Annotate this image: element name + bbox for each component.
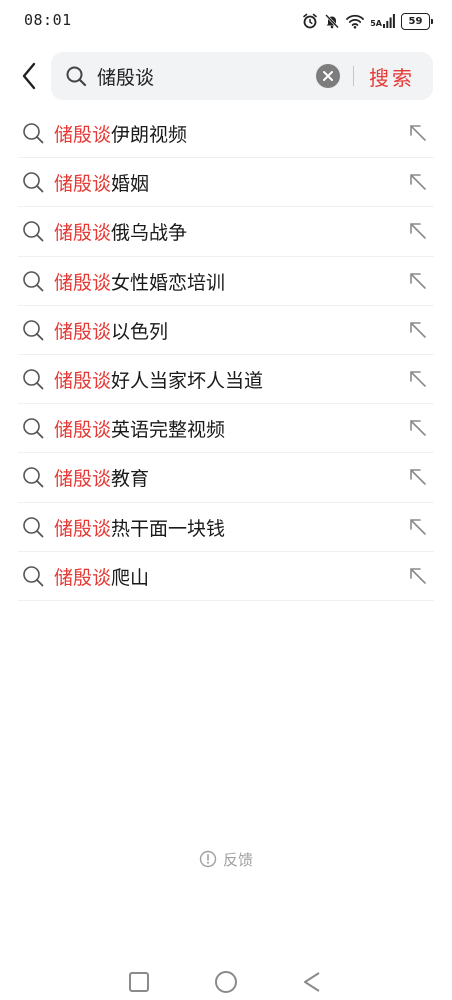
suggestion-item[interactable]: 储殷谈教育 [0, 453, 452, 503]
back-icon[interactable] [302, 971, 322, 993]
search-icon [23, 172, 44, 193]
suggestion-text: 储殷谈好人当家坏人当道 [54, 366, 263, 393]
arrow-up-left-icon [410, 469, 426, 486]
suggestion-highlight: 储殷谈 [54, 468, 112, 491]
fill-query-button[interactable] [408, 369, 428, 389]
suggestion-item[interactable]: 储殷谈热干面一块钱 [0, 503, 452, 552]
suggestion-rest: 以色列 [111, 320, 169, 343]
suggestion-highlight: 储殷谈 [54, 517, 112, 540]
network-type: 5A [370, 19, 382, 28]
cellular-signal-icon: 5A [370, 14, 395, 28]
fill-query-button[interactable] [408, 320, 428, 340]
search-icon [66, 66, 87, 87]
search-box[interactable]: 搜索 [51, 52, 433, 100]
suggestion-highlight: 储殷谈 [54, 173, 112, 196]
suggestion-item[interactable]: 储殷谈好人当家坏人当道 [0, 355, 452, 405]
arrow-up-left-icon [410, 371, 426, 387]
suggestion-rest: 热干面一块钱 [111, 517, 226, 540]
suggestion-item[interactable]: 储殷谈女性婚恋培训 [0, 257, 452, 306]
suggestion-highlight: 储殷谈 [54, 271, 112, 294]
suggestion-text: 储殷谈婚姻 [54, 169, 149, 196]
search-icon [23, 123, 44, 144]
arrow-up-left-icon [410, 223, 426, 240]
fill-query-button[interactable] [408, 517, 428, 537]
alarm-icon [303, 13, 318, 29]
suggestion-text: 储殷谈热干面一块钱 [54, 514, 225, 541]
suggestion-text: 储殷谈教育 [54, 464, 149, 491]
back-arrow-icon [22, 62, 36, 90]
search-icon [23, 369, 44, 390]
suggestion-item[interactable]: 储殷谈俄乌战争 [0, 207, 452, 257]
suggestion-highlight: 储殷谈 [54, 419, 112, 442]
suggestion-highlight: 储殷谈 [54, 369, 112, 392]
search-icon [23, 221, 44, 242]
suggestion-text: 储殷谈以色列 [54, 317, 168, 344]
info-icon [199, 850, 217, 868]
suggestion-rest: 俄乌战争 [111, 222, 188, 245]
clear-button[interactable] [316, 64, 340, 88]
wifi-icon [346, 14, 365, 29]
fill-query-button[interactable] [408, 271, 428, 291]
search-bar: 搜索 [0, 52, 452, 100]
suggestion-highlight: 储殷谈 [54, 124, 112, 146]
mute-icon [325, 14, 340, 29]
suggestion-rest: 婚姻 [111, 173, 150, 196]
suggestion-text: 储殷谈女性婚恋培训 [54, 268, 225, 295]
suggestion-text: 储殷谈俄乌战争 [54, 218, 187, 245]
search-icon [23, 516, 44, 537]
recents-icon[interactable] [129, 972, 149, 992]
arrow-up-left-icon [410, 125, 426, 141]
suggestion-text: 储殷谈爬山 [54, 563, 149, 590]
suggestion-item[interactable]: 储殷谈以色列 [0, 306, 452, 356]
arrow-up-left-icon [410, 518, 426, 535]
suggestion-rest: 女性婚恋培训 [111, 271, 226, 294]
home-icon[interactable] [215, 971, 237, 993]
fill-query-button[interactable] [408, 123, 428, 143]
suggestion-highlight: 储殷谈 [54, 222, 112, 245]
suggestion-rest: 好人当家坏人当道 [111, 369, 264, 392]
feedback-label: 反馈 [222, 850, 253, 869]
suggestion-highlight: 储殷谈 [54, 320, 112, 343]
search-icon [23, 319, 44, 341]
fill-query-button[interactable] [408, 467, 428, 487]
suggestion-text: 储殷谈伊朗视频 [54, 120, 187, 147]
suggestion-rest: 伊朗视频 [111, 124, 188, 146]
search-icon [23, 565, 44, 587]
arrow-up-left-icon [410, 321, 426, 338]
arrow-up-left-icon [410, 174, 426, 190]
suggestion-list: 储殷谈伊朗视频 储殷谈婚姻 储殷谈俄乌战争 储殷谈女性婚恋培训 储殷谈以色列 储… [0, 109, 452, 602]
suggestion-text: 储殷谈英语完整视频 [54, 415, 225, 442]
search-icon [23, 270, 44, 291]
status-icons: 5A 59 [302, 11, 433, 31]
arrow-up-left-icon [410, 420, 426, 436]
battery-icon: 59 [401, 12, 433, 30]
search-icon [23, 418, 44, 439]
fill-query-button[interactable] [408, 221, 428, 241]
suggestion-rest: 爬山 [111, 566, 150, 589]
navigation-bar [0, 960, 452, 1000]
suggestion-highlight: 储殷谈 [54, 566, 112, 589]
suggestion-item[interactable]: 储殷谈英语完整视频 [0, 404, 452, 454]
suggestion-item[interactable]: 储殷谈伊朗视频 [0, 109, 452, 159]
fill-query-button[interactable] [408, 172, 428, 192]
feedback-button[interactable]: 反馈 [0, 848, 452, 870]
status-bar: 08:01 5A 59 [0, 0, 452, 44]
suggestion-item[interactable]: 储殷谈婚姻 [0, 158, 452, 208]
search-divider [353, 66, 354, 86]
suggestion-item[interactable]: 储殷谈爬山 [0, 552, 452, 602]
search-submit-button[interactable]: 搜索 [369, 62, 415, 91]
search-input[interactable] [97, 64, 327, 88]
fill-query-button[interactable] [408, 566, 428, 586]
arrow-up-left-icon [410, 567, 426, 584]
fill-query-button[interactable] [408, 418, 428, 438]
status-time: 08:01 [24, 11, 72, 29]
arrow-up-left-icon [410, 272, 426, 289]
suggestion-rest: 教育 [111, 468, 150, 491]
search-icon [23, 467, 44, 488]
back-button[interactable] [14, 56, 44, 96]
suggestion-rest: 英语完整视频 [111, 419, 226, 442]
battery-level: 59 [408, 15, 423, 27]
clear-icon [323, 71, 333, 81]
